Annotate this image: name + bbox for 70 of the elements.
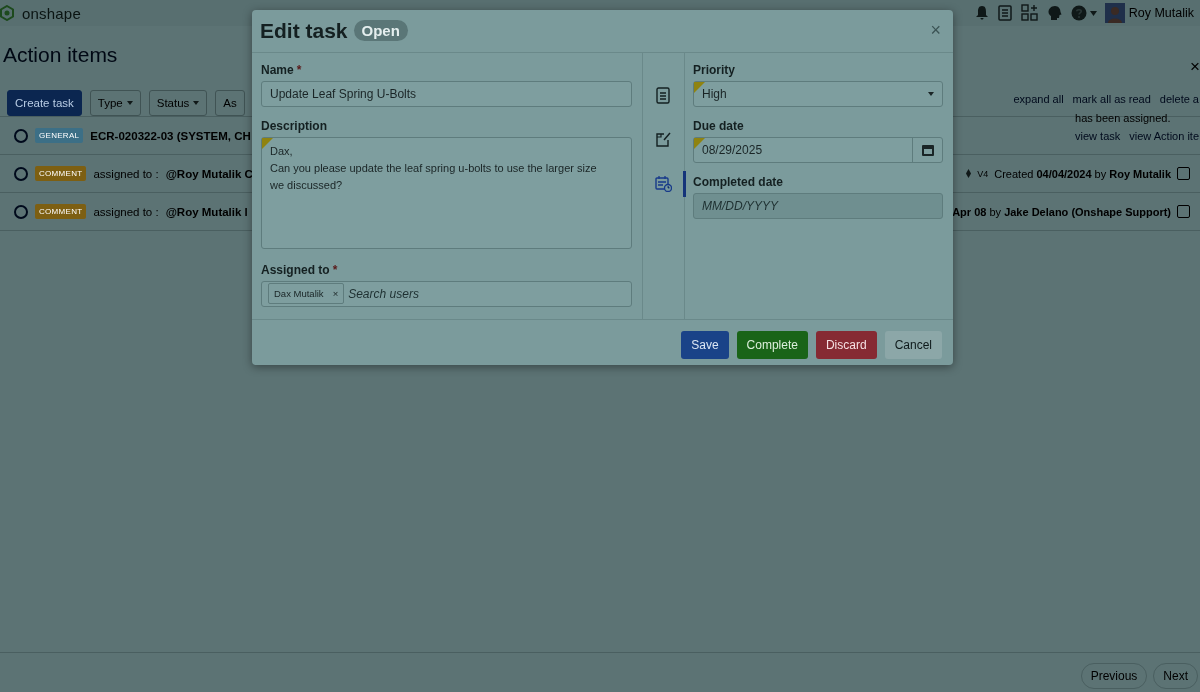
page-title: Action items bbox=[2, 42, 118, 68]
create-task-button[interactable]: Create task bbox=[7, 90, 82, 116]
description-field[interactable]: Dax, Can you please update the leaf spring u-bolts to use the larger size we discussed? bbox=[261, 136, 632, 249]
link[interactable]: mark all as read bbox=[1072, 93, 1151, 105]
calendar-clock-icon bbox=[655, 175, 672, 193]
diamond-icon bbox=[966, 169, 972, 178]
bell-icon[interactable] bbox=[974, 5, 989, 21]
field-label: Completed date bbox=[693, 174, 783, 189]
document-list-icon[interactable] bbox=[996, 5, 1013, 21]
user-name[interactable]: Roy Mutalik bbox=[1128, 6, 1194, 20]
type-badge: GENERAL bbox=[35, 128, 84, 143]
radio-button[interactable] bbox=[14, 204, 28, 219]
dialog-button[interactable]: Save bbox=[681, 330, 729, 359]
close-button[interactable]: × bbox=[1190, 58, 1200, 76]
dialog-button[interactable]: Complete bbox=[736, 330, 808, 359]
link[interactable]: view task bbox=[1075, 129, 1121, 142]
name-field[interactable]: Update Leaf Spring U-Bolts bbox=[261, 80, 632, 107]
next-button[interactable]: Next bbox=[1153, 663, 1198, 689]
assignee-field[interactable]: Dax Mutalik × Search users bbox=[261, 280, 632, 307]
edit-note-icon bbox=[655, 131, 672, 149]
field-label: Description bbox=[261, 118, 327, 133]
dialog-title: Edit task bbox=[260, 18, 348, 43]
checkbox[interactable] bbox=[1177, 167, 1190, 180]
head-icon[interactable] bbox=[1046, 5, 1063, 21]
required-mark: * bbox=[296, 62, 302, 77]
status-badge: Open bbox=[353, 20, 408, 42]
calendar-icon[interactable] bbox=[921, 143, 934, 156]
caret-icon bbox=[193, 101, 200, 105]
radio-button[interactable] bbox=[14, 128, 28, 143]
item-title[interactable]: ECR-020322-03 (SYSTEM, CH bbox=[90, 129, 251, 142]
filter-dropdown[interactable]: Type bbox=[89, 90, 141, 116]
document-icon bbox=[655, 87, 672, 105]
type-badge: COMMENT bbox=[35, 166, 87, 181]
dialog-button[interactable]: Discard bbox=[815, 330, 877, 359]
assigned-label: assigned to : bbox=[93, 167, 159, 180]
item-message: has been assigned. bbox=[1075, 111, 1171, 124]
user-chip[interactable]: Dax Mutalik × bbox=[268, 283, 345, 305]
version-label: V4 bbox=[977, 168, 989, 179]
caret-icon bbox=[928, 91, 934, 96]
filter-dropdown[interactable]: Status bbox=[148, 90, 208, 116]
filter-button[interactable]: As bbox=[215, 90, 245, 116]
close-button[interactable]: × bbox=[930, 20, 941, 42]
item-meta: Apr 08 by Jake Delano (Onshape Support) bbox=[952, 205, 1171, 218]
item-meta: Created 04/04/2024 by Roy Mutalik bbox=[994, 167, 1171, 180]
field-label: Priority bbox=[693, 62, 735, 77]
type-badge: COMMENT bbox=[35, 204, 87, 219]
help-icon[interactable] bbox=[1070, 5, 1087, 21]
field-label: Name bbox=[261, 62, 294, 77]
logo-text: onshape bbox=[22, 4, 81, 22]
avatar-icon[interactable] bbox=[1104, 3, 1125, 23]
logo-icon bbox=[0, 5, 14, 21]
caret-icon bbox=[126, 101, 133, 105]
link[interactable]: expand all bbox=[1013, 93, 1064, 105]
due-date-field[interactable]: 08/29/2025 bbox=[693, 136, 943, 163]
caret-icon[interactable] bbox=[1089, 10, 1097, 16]
item-title[interactable]: @Roy Mutalik C bbox=[165, 167, 253, 180]
dialog-button[interactable]: Cancel bbox=[884, 330, 942, 359]
field-label: Due date bbox=[693, 118, 744, 133]
apps-icon[interactable] bbox=[1020, 4, 1039, 22]
completed-date-field[interactable]: MM/DD/YYYY bbox=[693, 192, 943, 219]
item-title[interactable]: @Roy Mutalik l bbox=[165, 205, 248, 218]
required-mark: * bbox=[332, 262, 338, 277]
assigned-label: assigned to : bbox=[93, 205, 159, 218]
checkbox[interactable] bbox=[1177, 205, 1190, 218]
link[interactable]: delete a bbox=[1159, 93, 1199, 105]
field-label: Assigned to bbox=[261, 262, 330, 277]
link[interactable]: view Action ite bbox=[1129, 129, 1199, 142]
radio-button[interactable] bbox=[14, 166, 28, 181]
previous-button[interactable]: Previous bbox=[1080, 663, 1148, 689]
priority-select[interactable]: High bbox=[693, 80, 943, 107]
